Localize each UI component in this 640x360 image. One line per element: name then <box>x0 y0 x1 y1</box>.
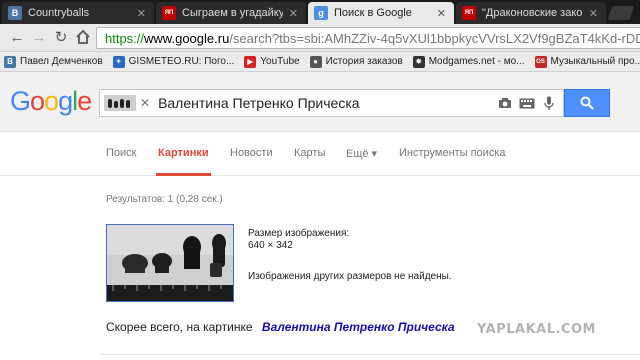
results-stats: Результатов: 1 (0,28 сек.) <box>106 194 223 205</box>
bookmark-label: История заказов <box>325 56 403 67</box>
tab-title: Сыграем в угадайку? - Я <box>182 7 283 19</box>
url-host: www.google.ru <box>144 30 230 46</box>
logo-letter: o <box>30 86 45 116</box>
browser-tab-google-search[interactable]: g Поиск в Google ✕ <box>308 2 454 24</box>
reload-icon[interactable]: ↻ <box>52 29 70 47</box>
image-size-info: Размер изображения: 640 × 342 <box>248 228 349 252</box>
tab-title: Поиск в Google <box>334 7 412 19</box>
close-icon[interactable]: ✕ <box>437 7 446 20</box>
modgames-icon: ✸ <box>412 55 425 68</box>
bookmark-label: Павел Демченков <box>20 56 103 67</box>
search-input[interactable]: Валентина Петренко Прическа <box>158 95 497 111</box>
yaplakal-icon: ЯП <box>162 6 176 20</box>
browser-tab-countryballs[interactable]: B Countryballs ✕ <box>2 2 154 24</box>
bookmark-item[interactable]: OS Музыкальный про... <box>534 55 640 68</box>
new-tab-button[interactable] <box>607 6 635 20</box>
best-guess: Скорее всего, на картинке Валентина Петр… <box>106 320 455 334</box>
search-icon <box>580 96 594 110</box>
query-image-thumbnail[interactable] <box>106 224 234 302</box>
tab-strip: B Countryballs ✕ ЯП Сыграем в угадайку? … <box>0 0 640 24</box>
no-other-sizes-text: Изображения других размеров не найдены. <box>248 271 452 282</box>
url-scheme: https:// <box>105 30 145 46</box>
tab-search[interactable]: Поиск <box>106 147 136 159</box>
bookmark-item[interactable]: ● История заказов <box>309 55 403 68</box>
bookmark-item[interactable]: ✸ Modgames.net - мо... <box>412 55 525 68</box>
divider <box>100 354 640 355</box>
bookmark-label: Modgames.net - мо... <box>428 56 525 67</box>
bookmarks-bar: B Павел Демченков ✦ GISMETEO.RU: Пого... ▶… <box>0 52 640 72</box>
orders-icon: ● <box>309 55 322 68</box>
youtube-icon: ▶ <box>244 55 257 68</box>
home-icon[interactable] <box>74 29 92 47</box>
image-size-label: Размер изображения: <box>248 228 350 239</box>
search-button[interactable] <box>564 89 610 117</box>
gismeteo-icon: ✦ <box>112 55 125 68</box>
bookmark-label: GISMETEO.RU: Пого... <box>128 56 235 67</box>
image-size-value: 640 × 342 <box>248 240 293 251</box>
photo-image <box>107 225 233 301</box>
tab-title: Countryballs <box>28 7 90 19</box>
remove-image-icon[interactable]: ✕ <box>140 96 150 110</box>
tab-title: "Драконовские законы" <box>482 7 583 19</box>
logo-letter: o <box>44 86 59 116</box>
tab-news[interactable]: Новости <box>230 147 273 159</box>
image-query-chip[interactable] <box>104 95 136 111</box>
keyboard-icon[interactable] <box>519 95 535 111</box>
tab-images[interactable]: Картинки <box>156 147 211 176</box>
logo-letter: G <box>10 86 31 116</box>
address-bar[interactable]: https:// www.google.ru /search?tbs=sbi:A… <box>96 27 640 49</box>
browser-tab-drakonovskie[interactable]: ЯП "Драконовские законы" ✕ <box>456 2 606 24</box>
browser-toolbar: ← → ↻ https:// www.google.ru /search?tbs… <box>0 24 640 52</box>
google-header: Google ✕ Валентина Петренко Прическа <box>0 72 640 132</box>
bookmark-item[interactable]: B Павел Демченков <box>4 55 103 68</box>
music-icon: OS <box>534 55 547 68</box>
bookmark-item[interactable]: ▶ YouTube <box>244 55 300 68</box>
close-icon[interactable]: ✕ <box>289 7 298 20</box>
bookmark-item[interactable]: ✦ GISMETEO.RU: Пого... <box>112 55 235 68</box>
watermark: YAPLAKAL.COM <box>477 322 596 337</box>
url-path: /search?tbs=sbi:AMhZZiv-4q5vXUl1bbpkycVV… <box>229 30 640 46</box>
google-logo[interactable]: Google <box>10 86 92 117</box>
tab-more[interactable]: Ещё ▾ <box>346 147 377 160</box>
tab-search-tools[interactable]: Инструменты поиска <box>399 147 506 159</box>
tab-maps[interactable]: Карты <box>294 147 325 159</box>
logo-letter: g <box>58 86 73 116</box>
best-guess-prefix: Скорее всего, на картинке <box>106 320 253 334</box>
logo-letter: e <box>77 86 92 116</box>
browser-tab-ugadaika[interactable]: ЯП Сыграем в угадайку? - Я ✕ <box>156 2 306 24</box>
search-box[interactable]: ✕ Валентина Петренко Прическа <box>99 89 564 117</box>
forward-arrow-icon[interactable]: → <box>30 29 48 47</box>
camera-icon[interactable] <box>497 95 513 111</box>
search-nav: Поиск Картинки Новости Карты Ещё ▾ Инстр… <box>0 132 640 176</box>
microphone-icon[interactable] <box>541 95 557 111</box>
vk-icon: B <box>8 6 22 20</box>
google-icon: g <box>314 6 328 20</box>
back-arrow-icon[interactable]: ← <box>8 29 26 47</box>
close-icon[interactable]: ✕ <box>589 7 598 20</box>
yaplakal-icon: ЯП <box>462 6 476 20</box>
best-guess-link[interactable]: Валентина Петренко Прическа <box>262 320 455 334</box>
close-icon[interactable]: ✕ <box>137 7 146 20</box>
bookmark-label: Музыкальный про... <box>550 56 640 67</box>
vk-icon: B <box>4 55 16 68</box>
bookmark-label: YouTube <box>260 56 300 67</box>
